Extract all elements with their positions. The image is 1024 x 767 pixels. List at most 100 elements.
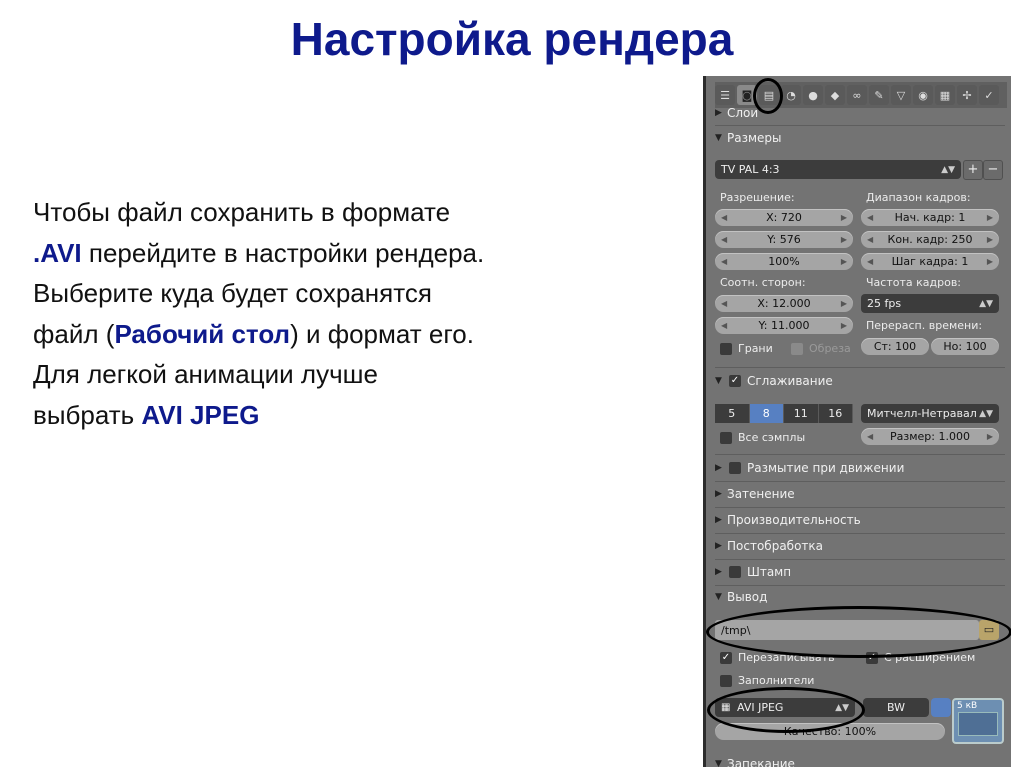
text-line: .AVI перейдите в настройки рендера. [33,233,673,274]
frame-rate-select[interactable]: 25 fps ▲▼ [861,294,999,313]
section-layers[interactable]: ▶ Слои [715,102,1005,124]
arrow-left-icon[interactable]: ◀ [721,235,727,244]
folder-icon[interactable]: ▭ [979,620,999,640]
aa-sample-option[interactable]: 5 [715,404,750,423]
section-output[interactable]: ▼ Вывод [715,586,1005,608]
arrow-right-icon[interactable]: ▶ [841,299,847,308]
frame-step-field[interactable]: ◀ Шаг кадра: 1 ▶ [861,253,999,270]
divider [715,125,1005,126]
checkbox-checked-icon[interactable]: ✓ [720,651,732,664]
checkbox-box[interactable] [791,342,803,355]
spinner-icon: ▲▼ [835,702,849,713]
resolution-y-field[interactable]: ◀ Y: 576 ▶ [715,231,853,248]
arrow-right-icon[interactable]: ▶ [987,432,993,441]
checkbox-label: Перезаписывать [738,651,835,664]
time-remap-label: Перерасп. времени: [866,319,983,332]
aspect-y-field[interactable]: ◀ Y: 11.000 ▶ [715,317,853,334]
section-motion-blur[interactable]: ▶ Размытие при движении [715,457,1005,479]
extensions-checkbox[interactable]: ✓ С расширением [866,651,975,664]
section-shading[interactable]: ▶ Затенение [715,483,1005,505]
color-rgb-button[interactable] [931,698,951,717]
collapse-icon: ▼ [715,133,722,143]
checkbox-box[interactable] [720,674,732,687]
divider [715,367,1005,368]
section-stamp[interactable]: ▶ Штамп [715,561,1005,583]
slide-title: Настройка рендера [290,13,734,65]
spinner-icon: ▲▼ [941,164,955,175]
checkbox-box[interactable] [720,342,732,355]
checkbox-icon[interactable] [729,566,741,578]
divider [715,454,1005,455]
quality-field[interactable]: Качество: 100% [715,723,945,740]
text-line: Выберите куда будет сохранятся [33,278,432,308]
crop-checkbox[interactable]: Обреза [791,342,851,355]
field-value: Ст: 100 [873,340,917,353]
frame-start-field[interactable]: ◀ Нач. кадр: 1 ▶ [861,209,999,226]
text-line: Для легкой анимации лучше [33,359,378,389]
time-remap-old-field[interactable]: Ст: 100 [861,338,929,355]
resolution-x-field[interactable]: ◀ X: 720 ▶ [715,209,853,226]
section-dimensions[interactable]: ▼ Размеры [715,127,1005,149]
section-label: Сглаживание [747,374,833,388]
arrow-right-icon[interactable]: ▶ [987,257,993,266]
arrow-right-icon[interactable]: ▶ [841,213,847,222]
section-bake[interactable]: ▼ Запекание [715,753,1005,767]
arrow-left-icon[interactable]: ◀ [867,213,873,222]
remove-preset-button[interactable]: − [983,160,1003,180]
file-format-select[interactable]: ▦ AVI JPEG ▲▼ [715,698,855,717]
spinner-icon: ▲▼ [979,408,993,419]
checkbox-icon[interactable] [729,462,741,474]
arrow-left-icon[interactable]: ◀ [867,432,873,441]
divider [715,507,1005,508]
aspect-x-field[interactable]: ◀ X: 12.000 ▶ [715,295,853,312]
arrow-right-icon[interactable]: ▶ [841,321,847,330]
aa-sample-option[interactable]: 11 [784,404,819,423]
arrow-right-icon[interactable]: ▶ [987,235,993,244]
arrow-left-icon[interactable]: ◀ [721,299,727,308]
preview-label: 5 кВ [957,701,978,711]
arrow-right-icon[interactable]: ▶ [841,257,847,266]
section-antialiasing[interactable]: ▼ ✓ Сглаживание [715,370,1005,392]
frame-end-field[interactable]: ◀ Кон. кадр: 250 ▶ [861,231,999,248]
aa-filter-select[interactable]: Митчелл-Нетравал ▲▼ [861,404,999,423]
borders-checkbox[interactable]: Грани [720,342,773,355]
preview-image [958,712,998,736]
select-value: 25 fps [867,297,902,310]
arrow-left-icon[interactable]: ◀ [867,235,873,244]
arrow-left-icon[interactable]: ◀ [721,321,727,330]
arrow-left-icon[interactable]: ◀ [721,257,727,266]
placeholders-checkbox[interactable]: Заполнители [720,674,814,687]
full-sample-checkbox[interactable]: Все сэмплы [720,431,805,444]
arrow-right-icon[interactable]: ▶ [987,213,993,222]
expand-icon: ▶ [715,108,722,118]
expand-icon: ▶ [715,567,722,577]
section-label: Размеры [727,131,782,145]
output-path-input[interactable]: /tmp\ [715,620,979,640]
field-value: Кон. кадр: 250 [887,233,973,246]
resolution-percent-field[interactable]: ◀ 100% ▶ [715,253,853,270]
section-post-processing[interactable]: ▶ Постобработка [715,535,1005,557]
checkbox-box[interactable] [720,431,732,444]
render-preset-select[interactable]: TV PAL 4:3 ▲▼ [715,160,961,179]
collapse-icon: ▼ [715,759,722,767]
field-value: X: 720 [766,211,802,224]
arrow-right-icon[interactable]: ▶ [841,235,847,244]
overwrite-checkbox[interactable]: ✓ Перезаписывать [720,651,835,664]
arrow-left-icon[interactable]: ◀ [721,213,727,222]
checkbox-checked-icon[interactable]: ✓ [729,375,741,387]
section-label: Производительность [727,513,861,527]
aa-size-field[interactable]: ◀ Размер: 1.000 ▶ [861,428,999,445]
section-performance[interactable]: ▶ Производительность [715,509,1005,531]
time-remap-new-field[interactable]: Но: 100 [931,338,999,355]
add-preset-button[interactable]: + [963,160,983,180]
preset-value: TV PAL 4:3 [721,163,780,176]
checkbox-checked-icon[interactable]: ✓ [866,651,878,664]
resolution-label: Разрешение: [720,191,795,204]
field-value: 100% [768,255,800,268]
thumbnail-preview: 5 кВ [952,698,1004,744]
color-bw-button[interactable]: BW [863,698,929,717]
arrow-left-icon[interactable]: ◀ [867,257,873,266]
aa-sample-option-selected[interactable]: 8 [749,404,784,423]
text-span: ) и формат его. [290,318,474,349]
aa-sample-option[interactable]: 16 [818,404,853,423]
